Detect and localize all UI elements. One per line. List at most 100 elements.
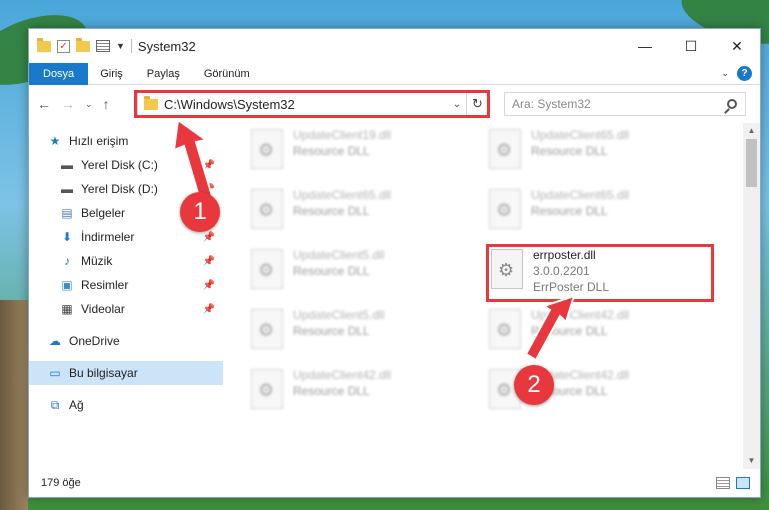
file-name: UpdateClient42.dll (293, 368, 392, 382)
search-icon[interactable] (727, 99, 737, 109)
dll-file-icon (489, 129, 521, 169)
pin-icon[interactable]: 📌 (203, 232, 215, 243)
scroll-up-icon[interactable]: ▲ (743, 123, 760, 139)
vertical-scrollbar[interactable]: ▲ ▼ (743, 123, 760, 469)
sidebar-item-quick-access[interactable]: ★ Hızlı erişim (29, 129, 223, 153)
file-item[interactable]: UpdateClient42.dll Resource DLL (251, 367, 471, 421)
title-bar: ✓ ▼ System32 — ☐ ✕ (29, 29, 760, 63)
file-description: Resource DLL (293, 384, 370, 398)
tab-file[interactable]: Dosya (29, 62, 89, 85)
details-view-icon[interactable] (716, 477, 730, 489)
sidebar-item-label: Resimler (81, 278, 129, 292)
dll-file-icon (489, 189, 521, 229)
drive-icon: ▬ (61, 158, 73, 172)
download-icon: ⬇ (61, 230, 73, 244)
star-icon: ★ (49, 134, 61, 148)
tab-home[interactable]: Giriş (88, 63, 135, 85)
view-buttons (716, 477, 750, 489)
file-item[interactable]: UpdateClient65.dll Resource DLL (489, 127, 709, 181)
file-highlight-box (486, 244, 714, 302)
new-folder-icon[interactable] (76, 37, 90, 52)
window-title: System32 (137, 38, 196, 54)
up-arrow-icon[interactable]: ↑ (103, 96, 110, 112)
videos-icon: ▦ (61, 302, 73, 316)
file-name: UpdateClient5.dll (293, 248, 385, 262)
customize-icon[interactable] (96, 40, 110, 52)
sidebar-item-local-disk-c[interactable]: ▬ Yerel Disk (C:) 📌 (29, 153, 223, 177)
file-description: Resource DLL (531, 324, 608, 338)
sidebar-item-music[interactable]: ♪ Müzik 📌 (29, 249, 223, 273)
file-description: Resource DLL (293, 204, 370, 218)
sidebar-item-label: Ağ (69, 398, 84, 412)
sidebar-item-label: Hızlı erişim (69, 134, 129, 148)
step-1-badge: 1 (180, 192, 220, 232)
sidebar-item-videos[interactable]: ▦ Videolar 📌 (29, 297, 223, 321)
file-item[interactable]: UpdateClient19.dll Resource DLL (251, 127, 471, 181)
navigation-buttons: ← → ⌄ ↑ (37, 96, 110, 112)
back-arrow-icon[interactable]: ← (37, 96, 51, 112)
sidebar-item-label: Bu bilgisayar (69, 366, 138, 380)
sidebar-item-pictures[interactable]: ▣ Resimler 📌 (29, 273, 223, 297)
search-input[interactable]: Ara: System32 (504, 92, 746, 116)
dll-file-icon (251, 309, 283, 349)
file-item[interactable]: UpdateClient42.dll Resource DLL (489, 307, 709, 361)
file-description: Resource DLL (531, 144, 608, 158)
title-separator (130, 39, 132, 53)
pin-icon[interactable]: 📌 (203, 256, 215, 267)
scroll-thumb[interactable] (746, 139, 757, 187)
cloud-icon: ☁ (49, 334, 61, 348)
file-name: UpdateClient5.dll (293, 308, 385, 322)
tab-share[interactable]: Paylaş (135, 63, 192, 85)
pictures-icon: ▣ (61, 278, 73, 292)
sidebar-item-network[interactable]: ⧉ Ağ (29, 393, 223, 417)
dll-file-icon (489, 309, 521, 349)
step-2-badge: 2 (514, 365, 554, 405)
help-icon[interactable]: ? (737, 66, 752, 81)
file-name: UpdateClient65.dll (293, 188, 392, 202)
properties-check-icon[interactable]: ✓ (57, 39, 70, 53)
ribbon-right: ⌄ ? (721, 66, 752, 81)
file-item[interactable]: UpdateClient5.dll Resource DLL (251, 247, 471, 301)
recent-locations-icon[interactable]: ⌄ (85, 99, 93, 110)
tiles-view-icon[interactable] (736, 477, 750, 489)
file-name: UpdateClient65.dll (531, 128, 630, 142)
pin-icon[interactable]: 📌 (203, 160, 215, 171)
tab-view[interactable]: Görünüm (192, 63, 262, 85)
minimize-button[interactable]: — (622, 29, 668, 63)
chevron-down-icon[interactable]: ▼ (116, 41, 125, 51)
file-name: UpdateClient42.dll (531, 308, 630, 322)
computer-icon: ▭ (49, 366, 61, 380)
expand-ribbon-icon[interactable]: ⌄ (721, 68, 729, 79)
quick-access-toolbar: ✓ ▼ (37, 37, 125, 53)
ribbon-tabs: Dosya Giriş Paylaş Görünüm ⌄ ? (29, 62, 760, 85)
sidebar-item-label: Videolar (81, 302, 125, 316)
file-description: Resource DLL (293, 324, 370, 338)
dll-file-icon (251, 369, 283, 409)
drive-icon: ▬ (61, 182, 73, 196)
file-item[interactable]: UpdateClient5.dll Resource DLL (251, 307, 471, 361)
scroll-down-icon[interactable]: ▼ (743, 453, 760, 469)
file-description: Resource DLL (531, 204, 608, 218)
folder-icon (37, 37, 51, 52)
sidebar-item-onedrive[interactable]: ☁ OneDrive (29, 329, 223, 353)
file-item[interactable]: UpdateClient65.dll Resource DLL (489, 187, 709, 241)
address-row: ← → ⌄ ↑ C:\Windows\System32 ⌄ ↻ Ara: Sys… (29, 85, 760, 123)
music-icon: ♪ (64, 254, 70, 268)
dll-file-icon (251, 249, 283, 289)
main-body: ★ Hızlı erişim ▬ Yerel Disk (C:) 📌 ▬ Yer… (29, 123, 760, 469)
search-placeholder: Ara: System32 (512, 97, 591, 111)
item-count: 179 öğe (41, 477, 81, 489)
file-description: Resource DLL (293, 144, 370, 158)
pin-icon[interactable]: 📌 (203, 304, 215, 315)
file-name: UpdateClient65.dll (531, 188, 630, 202)
maximize-button[interactable]: ☐ (668, 29, 714, 63)
sidebar-item-label: Yerel Disk (C:) (81, 158, 158, 172)
explorer-window: ✓ ▼ System32 — ☐ ✕ Dosya Giriş Paylaş Gö… (28, 28, 761, 498)
sidebar-item-this-pc[interactable]: ▭ Bu bilgisayar (29, 361, 223, 385)
close-button[interactable]: ✕ (714, 29, 760, 63)
pin-icon[interactable]: 📌 (203, 280, 215, 291)
forward-arrow-icon[interactable]: → (61, 96, 75, 112)
address-highlight-box (134, 90, 490, 118)
status-bar: 179 öğe (29, 469, 760, 497)
file-item[interactable]: UpdateClient65.dll Resource DLL (251, 187, 471, 241)
